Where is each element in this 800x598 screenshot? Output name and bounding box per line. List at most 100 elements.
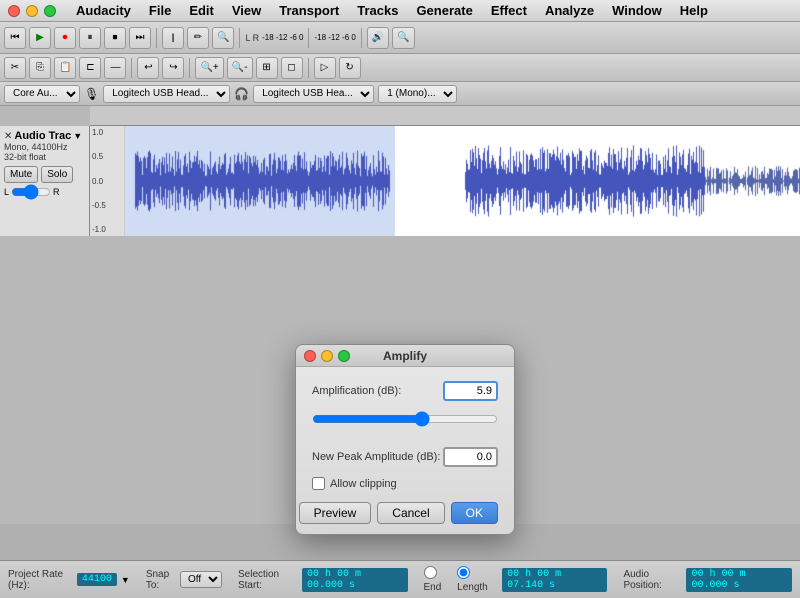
y-label-0.5: 0.5 xyxy=(92,152,122,161)
track-label: ✕ Audio Trac ▼ Mono, 44100Hz 32-bit floa… xyxy=(0,126,90,236)
paste-button[interactable]: 📋 xyxy=(54,57,76,79)
snap-to-group: Snap To: Off xyxy=(146,569,222,591)
copy-button[interactable]: ⎘ xyxy=(29,57,51,79)
waveform-canvas xyxy=(125,126,800,236)
envelope-tool-button[interactable]: ✏ xyxy=(187,27,209,49)
select-tool-button[interactable]: I xyxy=(162,27,184,49)
menu-generate[interactable]: Generate xyxy=(408,1,480,20)
db-label: -18 -12 -6 0 xyxy=(262,33,303,42)
channels-select[interactable]: 1 (Mono)... xyxy=(378,85,457,103)
volume-button[interactable]: 🔊 xyxy=(367,27,389,49)
cut-button[interactable]: ✂ xyxy=(4,57,26,79)
redo-button[interactable]: ↪ xyxy=(162,57,184,79)
undo-button[interactable]: ↩ xyxy=(137,57,159,79)
dialog-minimize-button[interactable] xyxy=(321,350,333,362)
cancel-button[interactable]: Cancel xyxy=(377,502,444,524)
microphone-select[interactable]: Logitech USB Head... xyxy=(103,85,230,103)
skip-to-end-button[interactable]: ⏭ xyxy=(129,27,151,49)
ok-button[interactable]: OK xyxy=(451,502,498,524)
end-length-group: End Length 00 h 00 m 07.140 s xyxy=(424,566,608,593)
menubar: Audacity File Edit View Transport Tracks… xyxy=(0,0,800,22)
zoom-out-button[interactable]: 🔍- xyxy=(227,57,253,79)
zoom-in-button[interactable]: 🔍 xyxy=(392,27,414,49)
track-area: ✕ Audio Trac ▼ Mono, 44100Hz 32-bit floa… xyxy=(0,126,800,236)
dialog-zoom-button[interactable] xyxy=(338,350,350,362)
project-rate-arrow: ▼ xyxy=(121,575,130,585)
headphone-icon: 🎧 xyxy=(234,87,249,101)
selection-start-value: 00 h 00 m 00.000 s xyxy=(302,568,408,592)
ruler: -1.0 2.0 3.0 4.0 5.0 6.0 7.0 8.0 9.0 10. xyxy=(90,106,800,126)
minimize-button[interactable] xyxy=(26,5,38,17)
play-at-cursor[interactable]: ▷ xyxy=(314,57,336,79)
transport-toolbar: ⏮ ▶ ⏺ ⏸ ⏹ ⏭ I ✏ 🔍 L R -18 -12 -6 0 -18 -… xyxy=(0,22,800,54)
audio-position-value: 00 h 00 m 00.000 s xyxy=(686,568,792,592)
menu-analyze[interactable]: Analyze xyxy=(537,1,602,20)
fit-button[interactable]: ⊞ xyxy=(256,57,278,79)
separator2 xyxy=(239,28,240,48)
trim-button[interactable]: ⊏ xyxy=(79,57,101,79)
amplification-slider[interactable] xyxy=(312,411,498,427)
allow-clipping-checkbox[interactable] xyxy=(312,477,325,490)
dialog-buttons: Preview Cancel OK xyxy=(312,502,498,524)
waveform-area[interactable] xyxy=(125,126,800,236)
dialog-titlebar: Amplify xyxy=(296,345,514,367)
end-radio[interactable] xyxy=(424,566,437,579)
maximize-button[interactable] xyxy=(44,5,56,17)
skip-to-start-button[interactable]: ⏮ xyxy=(4,27,26,49)
separator3 xyxy=(308,28,309,48)
pan-slider[interactable] xyxy=(11,188,51,196)
stop-button[interactable]: ⏹ xyxy=(104,27,126,49)
silence-button[interactable]: — xyxy=(104,57,126,79)
close-button[interactable] xyxy=(8,5,20,17)
track-controls: Mute Solo xyxy=(4,166,85,183)
snap-to-label: Snap To: xyxy=(146,569,176,591)
preview-button[interactable]: Preview xyxy=(299,502,372,524)
menu-window[interactable]: Window xyxy=(604,1,670,20)
core-audio-select[interactable]: Core Au... xyxy=(4,85,80,103)
allow-clipping-row: Allow clipping xyxy=(312,477,498,490)
menu-effect[interactable]: Effect xyxy=(483,1,535,20)
mic-icon: 🎙 xyxy=(84,87,99,101)
right-label: R xyxy=(53,187,60,197)
amplification-input[interactable] xyxy=(443,381,498,401)
peak-amplitude-row: New Peak Amplitude (dB): xyxy=(312,447,498,467)
menu-tracks[interactable]: Tracks xyxy=(349,1,406,20)
separator xyxy=(156,28,157,48)
slider-container xyxy=(312,411,498,437)
amplify-dialog: Amplify Amplification (dB): New Peak Amp… xyxy=(295,344,515,535)
solo-button[interactable]: Solo xyxy=(41,166,73,183)
allow-clipping-label: Allow clipping xyxy=(330,478,397,490)
menu-edit[interactable]: Edit xyxy=(181,1,222,20)
track-info-bit: 32-bit float xyxy=(4,152,85,162)
menu-view[interactable]: View xyxy=(224,1,269,20)
menu-audacity[interactable]: Audacity xyxy=(68,1,139,20)
pause-button[interactable]: ⏸ xyxy=(79,27,101,49)
loop-button[interactable]: ↻ xyxy=(339,57,361,79)
length-radio[interactable] xyxy=(457,566,470,579)
snap-to-select[interactable]: Off xyxy=(180,571,222,588)
peak-input[interactable] xyxy=(443,447,498,467)
sep6 xyxy=(189,58,190,78)
length-radio-label[interactable]: Length xyxy=(457,566,498,593)
y-axis: 1.0 0.5 0.0 -0.5 -1.0 xyxy=(90,126,125,236)
menu-transport[interactable]: Transport xyxy=(271,1,347,20)
end-radio-label[interactable]: End xyxy=(424,566,454,593)
selection-start-group: Selection Start: 00 h 00 m 00.000 s xyxy=(238,568,408,592)
output-select[interactable]: Logitech USB Hea... xyxy=(253,85,374,103)
amplification-row: Amplification (dB): xyxy=(312,381,498,401)
window-controls xyxy=(8,5,56,17)
selection-start-label: Selection Start: xyxy=(238,569,298,591)
dialog-title: Amplify xyxy=(383,349,427,363)
track-info-mono: Mono, 44100Hz xyxy=(4,142,85,152)
menu-file[interactable]: File xyxy=(141,1,179,20)
play-button[interactable]: ▶ xyxy=(29,27,51,49)
zoom-sel-button[interactable]: ◻ xyxy=(281,57,303,79)
amplification-label: Amplification (dB): xyxy=(312,385,443,397)
zoom-in2-button[interactable]: 🔍+ xyxy=(195,57,223,79)
db-label2: -18 -12 -6 0 xyxy=(314,33,355,42)
dialog-close-button[interactable] xyxy=(304,350,316,362)
record-button[interactable]: ⏺ xyxy=(54,27,76,49)
menu-help[interactable]: Help xyxy=(672,1,716,20)
mute-button[interactable]: Mute xyxy=(4,166,38,183)
zoom-tool-button[interactable]: 🔍 xyxy=(212,27,234,49)
